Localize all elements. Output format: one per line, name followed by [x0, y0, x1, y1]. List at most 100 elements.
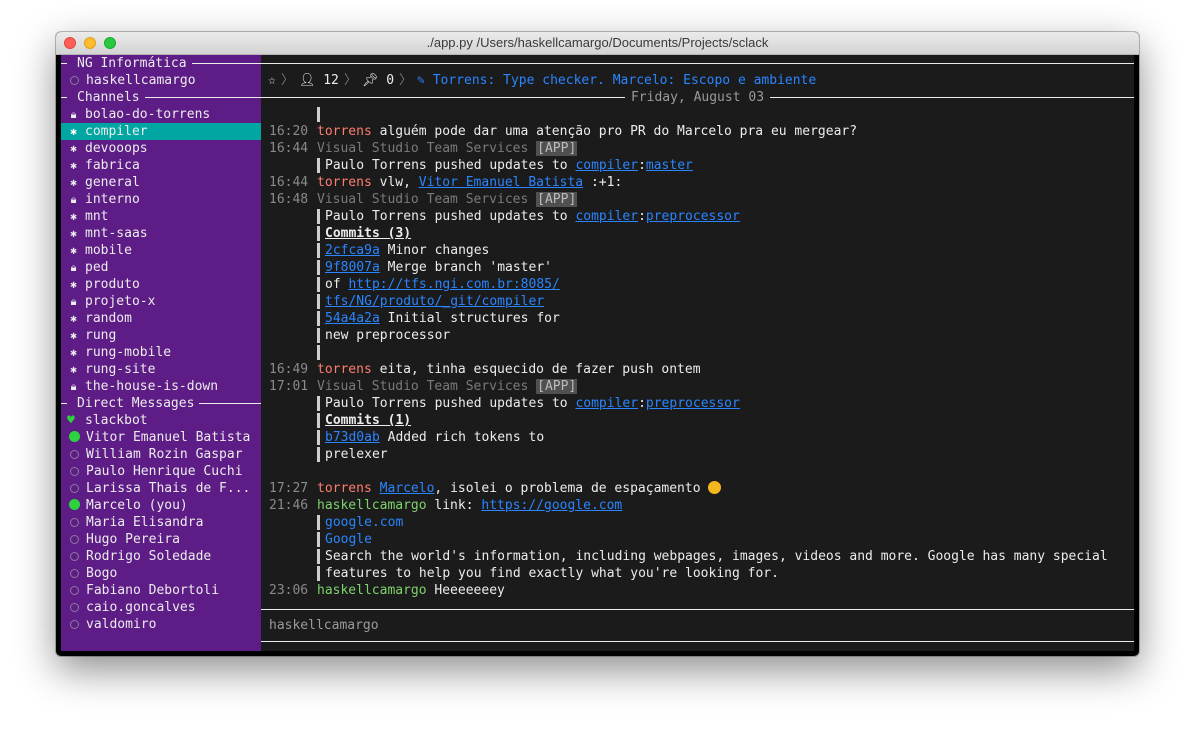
message-author[interactable]: torrens — [317, 124, 372, 139]
pin-icon: 📌︎ — [361, 73, 387, 88]
user-mention[interactable]: Vitor Emanuel Batista — [419, 175, 583, 190]
sidebar-item-mnt-saas[interactable]: ✱ mnt-saas — [61, 225, 261, 242]
commit-line: 2cfca9a Minor changes — [261, 242, 1134, 259]
dm-item-marcelo[interactable]: Marcelo (you) — [61, 497, 261, 514]
channel-label: interno — [85, 192, 140, 207]
link-preview: Google — [261, 531, 1134, 548]
sidebar-item-mnt[interactable]: ✱ mnt — [61, 208, 261, 225]
message-time: 16:44 — [269, 175, 309, 190]
app-badge: [APP] — [536, 141, 578, 156]
sidebar-item-general[interactable]: ✱ general — [61, 174, 261, 191]
message[interactable]: 16:20 torrens alguém pode dar uma atenção… — [261, 123, 1134, 140]
commit-message: prelexer — [325, 447, 388, 462]
dm-item-paulo[interactable]: Paulo Henrique Cuchi — [61, 463, 261, 480]
repo-link[interactable]: compiler — [575, 158, 638, 173]
sidebar-item-the-house-is-down[interactable]: 🔒︎ the-house-is-down — [61, 378, 261, 395]
dm-item-maria[interactable]: Maria Elisandra — [61, 514, 261, 531]
lock-icon: 🔒︎ — [70, 380, 77, 393]
sidebar-item-random[interactable]: ✱ random — [61, 310, 261, 327]
branch-link[interactable]: preprocessor — [646, 209, 740, 224]
message-author[interactable]: torrens — [317, 175, 372, 190]
commit-url[interactable]: http://tfs.ngi.com.br:8085/ — [348, 277, 559, 292]
sidebar-item-bolao-do-torrens[interactable]: 🔒︎ bolao-do-torrens — [61, 106, 261, 123]
star-icon[interactable]: ☆ — [268, 73, 276, 88]
commit-hash[interactable]: 9f8007a — [325, 260, 380, 275]
attachment: Paulo Torrens pushed updates to compiler… — [261, 208, 1134, 225]
sidebar-item-rung-mobile[interactable]: ✱ rung-mobile — [61, 344, 261, 361]
channel-label: projeto-x — [85, 294, 156, 309]
grin-emoji-icon — [708, 481, 722, 494]
separator: : — [638, 209, 646, 224]
gear-icon: ✱ — [70, 142, 77, 155]
sidebar-item-rung-site[interactable]: ✱ rung-site — [61, 361, 261, 378]
message[interactable]: 16:44 Visual Studio Team Services [APP] — [261, 140, 1134, 157]
message-author[interactable]: torrens — [317, 481, 372, 496]
message[interactable]: 23:06 haskellcamargo Heeeeeeey — [261, 582, 1134, 599]
sidebar-item-fabrica[interactable]: ✱ fabrica — [61, 157, 261, 174]
sidebar-item-mobile[interactable]: ✱ mobile — [61, 242, 261, 259]
message-author[interactable]: Visual Studio Team Services — [317, 192, 528, 207]
sidebar-item-produto[interactable]: ✱ produto — [61, 276, 261, 293]
dm-item-caio[interactable]: caio.goncalves — [61, 599, 261, 616]
message[interactable]: 16:49 torrens eita, tinha esquecido de fa… — [261, 361, 1134, 378]
sidebar-item-compiler[interactable]: ✱ compiler — [61, 123, 261, 140]
dm-item-vitor[interactable]: Vitor Emanuel Batista — [61, 429, 261, 446]
repo-link[interactable]: compiler — [575, 396, 638, 411]
dm-item-william[interactable]: William Rozin Gaspar — [61, 446, 261, 463]
sidebar-item-devooops[interactable]: ✱ devooops — [61, 140, 261, 157]
dm-item-larissa[interactable]: Larissa Thais de F... — [61, 480, 261, 497]
message[interactable]: 17:01 Visual Studio Team Services [APP] — [261, 378, 1134, 395]
preview-site[interactable]: google.com — [325, 515, 403, 530]
dm-item-fabiano[interactable]: Fabiano Debortoli — [61, 582, 261, 599]
message-author[interactable]: torrens — [317, 362, 372, 377]
commit-url[interactable]: tfs/NG/produto/_git/compiler — [325, 294, 544, 309]
status-away-icon — [70, 76, 79, 85]
commit-hash[interactable]: b73d0ab — [325, 430, 380, 445]
commit-hash[interactable]: 54a4a2a — [325, 311, 380, 326]
message-author[interactable]: Visual Studio Team Services — [317, 141, 528, 156]
branch-link[interactable]: master — [646, 158, 693, 173]
message[interactable]: 16:44 torrens vlw, Vitor Emanuel Batista … — [261, 174, 1134, 191]
repo-link[interactable]: compiler — [575, 209, 638, 224]
message-author[interactable]: Visual Studio Team Services — [317, 379, 528, 394]
dm-item-bogo[interactable]: Bogo — [61, 565, 261, 582]
message[interactable]: 16:48 Visual Studio Team Services [APP] — [261, 191, 1134, 208]
dm-label: Paulo Henrique Cuchi — [86, 464, 243, 479]
attachment-text: Paulo Torrens pushed updates to — [325, 209, 576, 224]
sidebar-item-rung[interactable]: ✱ rung — [61, 327, 261, 344]
chevron-right-icon: 〉 — [343, 73, 357, 88]
composer-input[interactable]: haskellcamargo — [269, 617, 379, 634]
sidebar-item-projeto-x[interactable]: 🔒︎ projeto-x — [61, 293, 261, 310]
current-user[interactable]: haskellcamargo — [61, 72, 261, 89]
message-time: 17:27 — [269, 481, 309, 496]
preview-title[interactable]: Google — [325, 532, 372, 547]
channel-topic[interactable]: Torrens: Type checker. Marcelo: Escopo e… — [433, 73, 817, 88]
sidebar-item-ped[interactable]: 🔒︎ ped — [61, 259, 261, 276]
away-status-icon — [70, 518, 79, 527]
dm-item-hugo[interactable]: Hugo Pereira — [61, 531, 261, 548]
user-mention[interactable]: Marcelo — [380, 481, 435, 496]
away-status-icon — [70, 603, 79, 612]
channel-label: mobile — [85, 243, 132, 258]
dm-item-valdomiro[interactable]: valdomiro — [61, 616, 261, 633]
branch-link[interactable]: preprocessor — [646, 396, 740, 411]
commit-line: of http://tfs.ngi.com.br:8085/ — [261, 276, 1134, 293]
message-time: 16:49 — [269, 362, 309, 377]
dm-item-slackbot[interactable]: ♥ slackbot — [61, 412, 261, 429]
pinned-count[interactable]: 0 — [386, 73, 394, 88]
commit-message: Added rich tokens to — [379, 430, 545, 445]
message[interactable]: 21:46 haskellcamargo link: https://google… — [261, 497, 1134, 514]
message-composer[interactable]: haskellcamargo — [261, 609, 1134, 644]
commit-message: new preprocessor — [325, 328, 451, 343]
message-link[interactable]: https://google.com — [481, 498, 622, 513]
away-status-icon — [70, 569, 79, 578]
heart-icon: ♥ — [67, 413, 75, 428]
message-author[interactable]: haskellcamargo — [317, 583, 427, 598]
message-author[interactable]: haskellcamargo — [317, 498, 427, 513]
dm-item-rodrigo[interactable]: Rodrigo Soledade — [61, 548, 261, 565]
channel-label: rung-mobile — [85, 345, 172, 360]
commit-hash[interactable]: 2cfca9a — [325, 243, 380, 258]
member-count[interactable]: 12 — [323, 73, 339, 88]
message[interactable]: 17:27 torrens Marcelo, isolei o problema … — [261, 480, 1134, 497]
sidebar-item-interno[interactable]: 🔒︎ interno — [61, 191, 261, 208]
